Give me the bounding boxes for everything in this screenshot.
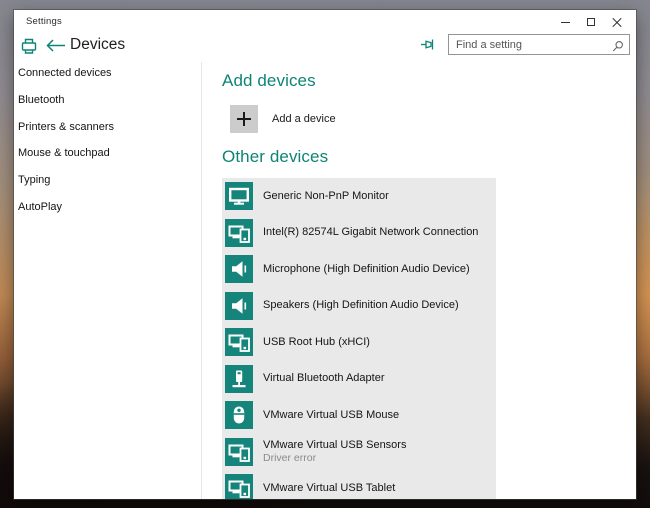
device-row[interactable]: VMware Virtual USB Tablet (225, 474, 496, 499)
search-input[interactable] (449, 35, 629, 54)
device-name: Microphone (High Definition Audio Device… (263, 262, 470, 275)
add-devices-heading: Add devices (222, 71, 316, 90)
maximize-icon (587, 18, 595, 26)
device-row[interactable]: VMware Virtual USB Mouse (225, 401, 496, 429)
page-title: Devices (70, 36, 126, 53)
sidebar-item[interactable]: Connected devices (17, 60, 199, 87)
window-controls (552, 10, 630, 34)
sidebar-nav: Connected devices Bluetooth Printers & sca… (17, 60, 199, 220)
device-row[interactable]: Intel(R) 82574L Gigabit Network Connecti… (225, 218, 496, 247)
close-icon (612, 17, 622, 27)
sidebar-item[interactable]: Typing (17, 167, 199, 194)
devices-icon (225, 218, 253, 247)
minimize-button[interactable] (552, 10, 578, 34)
settings-window: Settings Devices Find a setting Connecte… (14, 10, 636, 499)
device-name: Intel(R) 82574L Gigabit Network Connecti… (263, 226, 479, 238)
minimize-icon (560, 21, 570, 23)
device-row[interactable]: Speakers (High Definition Audio Device) (225, 291, 496, 320)
devices-icon (225, 328, 253, 356)
back-icon[interactable] (46, 39, 66, 53)
device-row[interactable]: Microphone (High Definition Audio Device… (225, 255, 496, 283)
desktop-background: Settings Devices Find a setting Connecte… (0, 0, 650, 508)
search-box (448, 34, 630, 55)
device-status: Driver error (263, 452, 317, 464)
device-name: VMware Virtual USB Tablet (263, 481, 396, 494)
device-name: Virtual Bluetooth Adapter (263, 372, 385, 384)
other-devices-heading: Other devices (222, 147, 329, 166)
devices-icon (225, 474, 253, 499)
monitor-icon (225, 182, 253, 210)
maximize-button[interactable] (578, 10, 604, 34)
speaker-icon (225, 255, 253, 283)
content-divider (201, 62, 202, 499)
device-row[interactable]: USB Root Hub (xHCI) (225, 328, 496, 356)
mouse-icon (225, 401, 253, 429)
device-row[interactable]: VMware Virtual USB Sensors Driver error (225, 437, 496, 466)
sidebar-item[interactable]: Printers & scanners (17, 113, 199, 140)
device-name: Generic Non-PnP Monitor (263, 189, 389, 202)
device-row[interactable]: Generic Non-PnP Monitor (225, 182, 496, 210)
device-name: VMware Virtual USB Sensors (263, 439, 407, 451)
device-list: Generic Non-PnP Monitor Intel(R) 82574L … (222, 178, 496, 499)
device-row[interactable]: Virtual Bluetooth Adapter (225, 364, 496, 393)
sidebar-item[interactable]: Bluetooth (17, 87, 199, 114)
window-title: Settings (26, 16, 62, 27)
add-device-label: Add a device (272, 113, 336, 125)
device-name: USB Root Hub (xHCI) (263, 335, 370, 348)
sidebar-item[interactable]: Mouse & touchpad (17, 140, 199, 167)
device-name: Speakers (High Definition Audio Device) (263, 299, 459, 311)
close-button[interactable] (604, 10, 630, 34)
printer-devices-icon (20, 37, 38, 55)
devices-icon (225, 437, 253, 466)
add-device-button[interactable]: Add a device (230, 105, 336, 133)
pin-icon[interactable] (420, 38, 438, 52)
titlebar[interactable]: Settings (14, 10, 636, 34)
speaker-icon (225, 291, 253, 320)
device-name: VMware Virtual USB Mouse (263, 408, 400, 421)
plus-icon (230, 105, 258, 133)
sidebar-item[interactable]: AutoPlay (17, 193, 199, 220)
usb-adapter-icon (225, 364, 253, 393)
